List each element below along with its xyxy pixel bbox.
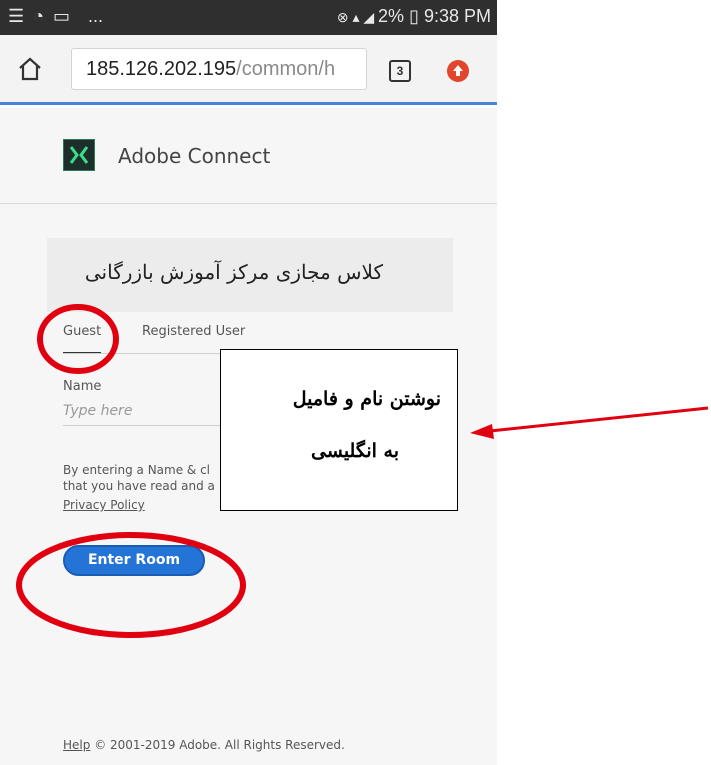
tab-registered-user[interactable]: Registered User: [142, 324, 245, 339]
annotation-line-2: به انگلیسی: [311, 440, 399, 462]
status-bar: ☰ ◔ ▭ ... ⊗ ▴ ◢ 2% ▯ 9:38 PM: [0, 0, 497, 35]
browser-toolbar: 185.126.202.195/common/h 3: [0, 35, 497, 105]
home-icon[interactable]: [16, 55, 44, 83]
tab-switcher-icon[interactable]: 3: [389, 60, 411, 82]
privacy-policy-link[interactable]: Privacy Policy: [63, 498, 145, 512]
disclaimer-line-1: By entering a Name & cl: [63, 463, 211, 477]
name-label: Name: [63, 379, 102, 394]
annotation-arrow-line: [489, 406, 709, 433]
footer: Help © 2001-2019 Adobe. All Rights Reser…: [63, 738, 345, 752]
copyright-text: © 2001-2019 Adobe. All Rights Reserved.: [94, 738, 345, 752]
signal-icon: ⊗ ▴ ◢: [336, 9, 379, 25]
help-link[interactable]: Help: [63, 738, 90, 752]
annotation-line-1: نوشتن نام و فامیل: [292, 388, 441, 410]
status-more: ...: [88, 6, 104, 26]
header-divider: [0, 203, 497, 204]
battery-time: 2% ▯ 9:38 PM: [378, 6, 491, 26]
enter-room-button[interactable]: Enter Room: [63, 545, 205, 576]
status-left-icons: ☰ ◔ ▭: [8, 6, 73, 26]
room-title: کلاس مجازی مرکز آموزش بازرگانی: [84, 260, 383, 284]
arrow-up-icon: [453, 65, 463, 76]
room-title-box: کلاس مجازی مرکز آموزش بازرگانی: [47, 238, 453, 312]
adobe-connect-logo: [63, 139, 95, 171]
status-right: ⊗ ▴ ◢ 2% ▯ 9:38 PM: [337, 6, 491, 27]
annotation-callout: نوشتن نام و فامیل به انگلیسی: [220, 349, 458, 511]
update-icon[interactable]: [447, 60, 469, 82]
url-host: 185.126.202.195: [86, 58, 237, 80]
disclaimer-text: By entering a Name & cl that you have re…: [63, 462, 223, 494]
tab-guest[interactable]: Guest: [63, 324, 101, 339]
app-title: Adobe Connect: [118, 144, 271, 168]
url-path: /common/h: [236, 58, 336, 80]
url-bar[interactable]: 185.126.202.195/common/h: [71, 48, 367, 90]
disclaimer-line-2: that you have read and a: [63, 479, 215, 493]
